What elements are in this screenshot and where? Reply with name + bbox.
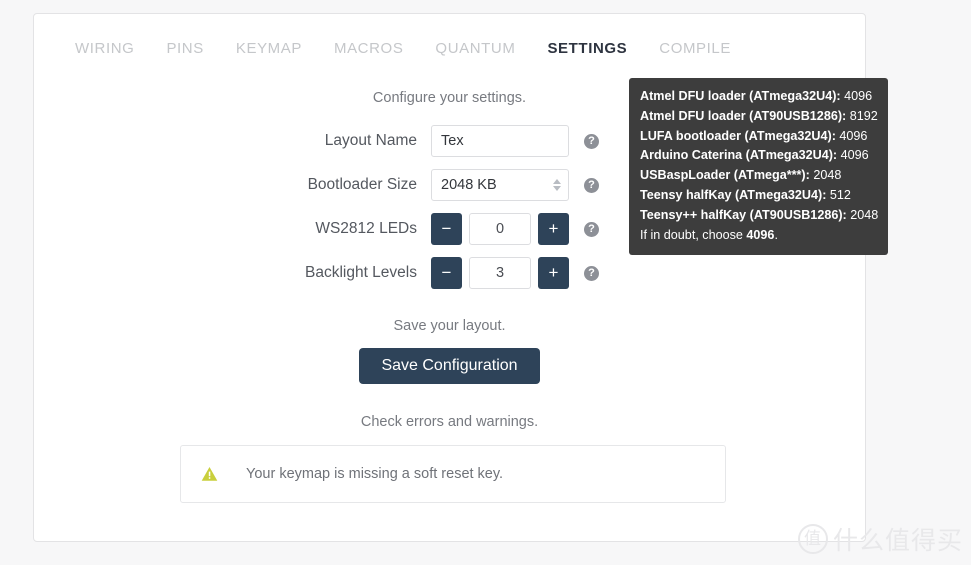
tab-pins[interactable]: PINS xyxy=(150,40,219,57)
ws2812-leds-input[interactable] xyxy=(469,213,531,245)
warning-message: Your keymap is missing a soft reset key. xyxy=(246,466,504,482)
spinner-down-icon[interactable] xyxy=(553,186,561,191)
tooltip-line-value: 2048 xyxy=(813,168,842,183)
tooltip-line: Atmel DFU loader (AT90USB1286): 8192 xyxy=(640,107,878,127)
tooltip-line-name: Atmel DFU loader (ATmega32U4): xyxy=(640,89,841,103)
bootloader-size-help-icon[interactable]: ? xyxy=(584,177,599,193)
backlight-levels-decrement-button[interactable]: − xyxy=(431,257,462,289)
tab-macros[interactable]: MACROS xyxy=(318,40,419,57)
layout-name-help-icon[interactable]: ? xyxy=(584,133,599,149)
tooltip-line-name: Atmel DFU loader (AT90USB1286): xyxy=(640,108,847,123)
tooltip-line-value: 8192 xyxy=(849,108,878,123)
ws2812-leds-field-wrap: − + xyxy=(431,213,569,245)
tooltip-footer-suffix: . xyxy=(774,227,778,242)
ws2812-leds-stepper: − + xyxy=(431,213,569,245)
layout-name-field-wrap xyxy=(431,125,569,157)
tooltip-line-value: 4096 xyxy=(839,128,868,143)
save-button-wrap: Save Configuration xyxy=(34,348,865,384)
tooltip-line-value: 512 xyxy=(829,187,851,202)
ws2812-leds-decrement-button[interactable]: − xyxy=(431,213,462,245)
ws2812-leds-increment-button[interactable]: + xyxy=(538,213,569,245)
ws2812-leds-label: WS2812 LEDs xyxy=(315,220,417,237)
warning-triangle-icon xyxy=(201,466,218,482)
tooltip-line: Atmel DFU loader (ATmega32U4): 4096 xyxy=(640,87,877,107)
tab-wiring[interactable]: WIRING xyxy=(59,40,150,57)
spinner-up-icon[interactable] xyxy=(553,179,561,184)
tooltip-line-name: Teensy halfKay (ATmega32U4): xyxy=(640,187,827,202)
backlight-levels-field-wrap: − + xyxy=(431,257,569,289)
backlight-levels-input[interactable] xyxy=(469,257,531,289)
tooltip-line-name: Arduino Caterina (ATmega32U4): xyxy=(640,148,838,163)
layout-name-label: Layout Name xyxy=(324,132,417,149)
check-errors-note: Check errors and warnings. xyxy=(360,414,539,430)
bootloader-size-spinner[interactable] xyxy=(553,179,561,191)
bootloader-size-input[interactable] xyxy=(431,169,569,201)
tooltip-footer-value: 4096 xyxy=(746,227,775,242)
tooltip-line-value: 4096 xyxy=(844,89,873,103)
tooltip-line: Teensy halfKay (ATmega32U4): 512 xyxy=(640,186,877,206)
tooltip-footer-prefix: If in doubt, choose xyxy=(640,227,747,242)
tab-bar: WIRING PINS KEYMAP MACROS QUANTUM SETTIN… xyxy=(34,30,865,66)
layout-name-input[interactable] xyxy=(431,125,569,157)
tab-compile[interactable]: COMPILE xyxy=(643,40,747,57)
tooltip-line: Teensy++ halfKay (AT90USB1286): 2048 xyxy=(640,206,879,226)
row-backlight-levels: Backlight Levels − + ? xyxy=(34,251,865,295)
ws2812-leds-help-icon[interactable]: ? xyxy=(584,221,599,237)
tooltip-line-name: LUFA bootloader (ATmega32U4): xyxy=(640,128,836,143)
save-configuration-button[interactable]: Save Configuration xyxy=(359,348,540,384)
tab-keymap[interactable]: KEYMAP xyxy=(220,40,318,57)
tab-settings[interactable]: SETTINGS xyxy=(531,40,643,57)
bootloader-size-label: Bootloader Size xyxy=(307,176,417,193)
tab-quantum[interactable]: QUANTUM xyxy=(419,40,531,57)
backlight-levels-increment-button[interactable]: + xyxy=(538,257,569,289)
backlight-levels-label: Backlight Levels xyxy=(304,264,417,281)
tooltip-footer: If in doubt, choose 4096. xyxy=(640,226,877,246)
tooltip-line-value: 2048 xyxy=(850,207,879,222)
tooltip-line-name: USBaspLoader (ATmega***): xyxy=(640,168,810,183)
tooltip-line: Arduino Caterina (ATmega32U4): 4096 xyxy=(640,146,877,166)
tooltip-line: LUFA bootloader (ATmega32U4): 4096 xyxy=(640,127,877,147)
save-layout-note: Save your layout. xyxy=(393,318,506,334)
tooltip-line-value: 4096 xyxy=(840,148,869,163)
bootloader-size-tooltip: Atmel DFU loader (ATmega32U4): 4096 Atme… xyxy=(629,78,888,256)
bootloader-size-field-wrap xyxy=(431,169,569,201)
warning-box: Your keymap is missing a soft reset key. xyxy=(180,445,726,503)
tooltip-line-name: Teensy++ halfKay (AT90USB1286): xyxy=(640,207,847,222)
backlight-levels-stepper: − + xyxy=(431,257,569,289)
tooltip-line: USBaspLoader (ATmega***): 2048 xyxy=(640,166,877,186)
backlight-levels-help-icon[interactable]: ? xyxy=(584,265,599,281)
